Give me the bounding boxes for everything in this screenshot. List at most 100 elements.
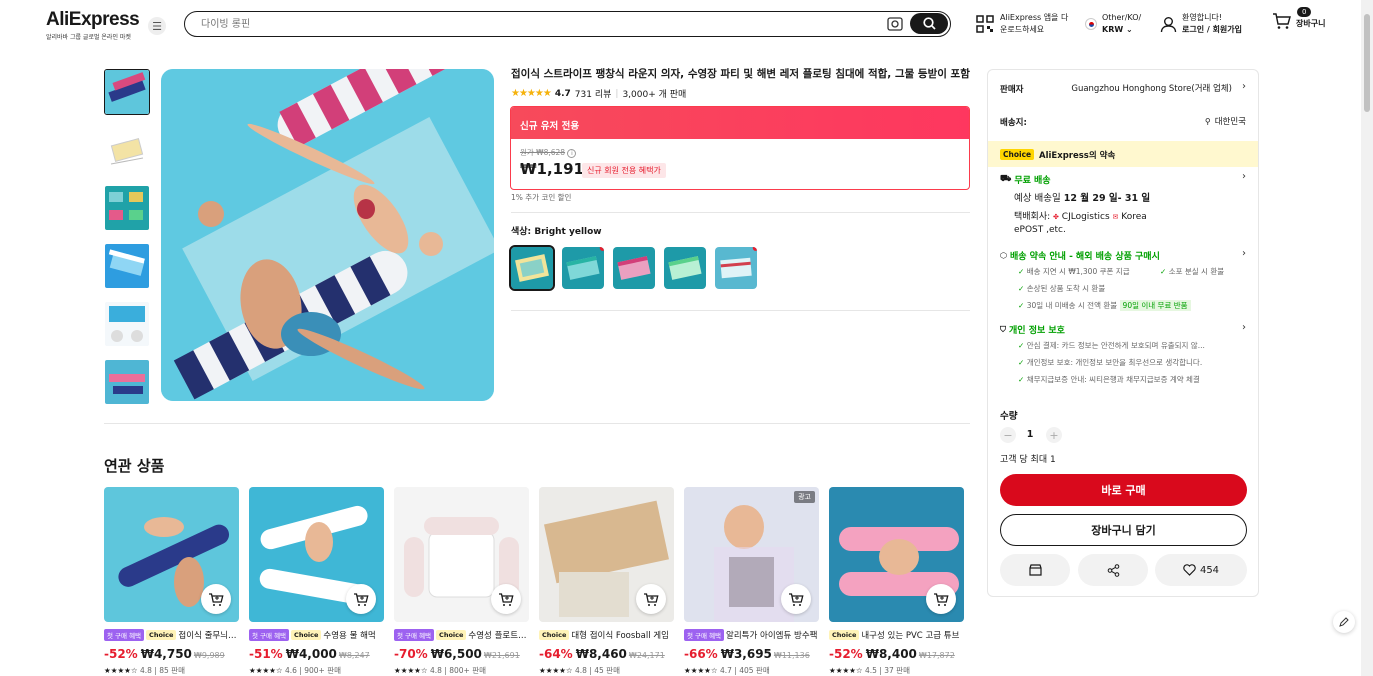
heart-icon — [1183, 564, 1196, 576]
thumbnail-list — [104, 69, 150, 417]
thumbnail-6[interactable] — [104, 359, 150, 405]
product-thumbnail[interactable] — [829, 487, 964, 622]
old-price: ₩17,872 — [918, 651, 955, 660]
feedback-button[interactable] — [1333, 611, 1355, 633]
old-price: ₩21,691 — [483, 651, 520, 660]
related-product-card[interactable]: 첫 구매 혜택 Choice 수영용 물 해먹 -51% ₩4,000 ₩8,247 ★★★… — [249, 487, 384, 676]
add-to-cart-fab[interactable] — [346, 584, 376, 614]
product-title[interactable]: 첫 구매 혜택 알리특가 아이엠듀 방수팩 — [684, 629, 819, 641]
coin-discount: 1% 추가 코인 할인 — [511, 193, 572, 202]
currency-label: KRW ⌄ — [1102, 25, 1133, 34]
product-title[interactable]: 첫 구매 혜택 Choice 수영용 물 해먹 — [249, 629, 384, 641]
first-purchase-tag: 첫 구매 혜택 — [249, 629, 290, 641]
swatch-bright-yellow[interactable] — [509, 245, 555, 291]
app-download-line2: 운로드하세요 — [1000, 25, 1045, 34]
product-title[interactable]: Choice 내구성 있는 PVC 고급 튜브 — [829, 629, 964, 641]
page-scrollbar[interactable] — [1361, 0, 1373, 676]
add-to-cart-fab[interactable] — [781, 584, 811, 614]
product-name: 대형 접이식 Foosball 게임 — [571, 631, 669, 641]
main-product-image[interactable] — [161, 69, 494, 401]
product-title[interactable]: 첫 구매 혜택Choice수영성 플로트 의자 — [394, 629, 529, 641]
hot-icon — [599, 247, 604, 251]
cart-link[interactable]: 0 장바구니 — [1272, 7, 1326, 30]
store-button[interactable] — [1000, 554, 1070, 586]
search-button[interactable] — [910, 13, 948, 34]
thumbnail-4[interactable] — [104, 243, 150, 289]
free-shipping-section[interactable]: ⛟ 무료 배송 — [1000, 173, 1051, 186]
product-thumbnail[interactable] — [394, 487, 529, 622]
image-search-icon[interactable] — [887, 17, 903, 31]
scrollbar-thumb[interactable] — [1364, 14, 1370, 112]
free-return-badge: 90일 이내 무료 반품 — [1119, 300, 1191, 311]
review-count[interactable]: 731 리뷰 — [575, 87, 612, 100]
choice-title: AliExpress의 약속 — [1039, 151, 1116, 161]
chevron-right-icon[interactable]: › — [1242, 248, 1246, 259]
section-divider — [104, 423, 970, 424]
product-title[interactable]: 첫 구매 혜택Choice접이식 줄무늬 수영장 — [104, 629, 239, 641]
add-to-cart-button[interactable]: 장바구니 담기 — [1000, 514, 1247, 546]
swatch-pink-stripe[interactable] — [613, 247, 655, 289]
share-icon — [1107, 563, 1119, 577]
quantity-decrease-button[interactable]: − — [1000, 427, 1016, 443]
seller-name[interactable]: Guangzhou Honghong Store(거래 업체) — [1071, 82, 1232, 94]
related-product-card[interactable]: Choice 내구성 있는 PVC 고급 튜브 -52% ₩8,400 ₩17,872 ★… — [829, 487, 964, 676]
app-download-link[interactable]: AliExpress 앱을 다운로드하세요 — [976, 12, 1068, 36]
product-thumbnail[interactable] — [249, 487, 384, 622]
swatch-light-green[interactable] — [664, 247, 706, 289]
aliexpress-logo[interactable]: AliExpress 알리바바 그룹 글로벌 온라인 마켓 — [46, 9, 140, 41]
product-meta: ★★★★☆ 4.7 | 405 판매 — [684, 666, 770, 675]
add-to-cart-fab[interactable] — [926, 584, 956, 614]
swatch-green-stripe[interactable] — [562, 247, 604, 289]
product-price: -52% ₩8,400 ₩17,872 — [829, 647, 964, 661]
app-download-line1: AliExpress 앱을 다 — [1000, 13, 1069, 22]
chevron-right-icon[interactable]: › — [1242, 171, 1246, 182]
rating-row[interactable]: ★★★★★ 4.7 731 리뷰 | 3,000+ 개 판매 — [511, 87, 686, 100]
chevron-right-icon[interactable]: › — [1242, 81, 1246, 92]
buy-now-button[interactable]: 바로 구매 — [1000, 474, 1247, 506]
store-icon — [1028, 564, 1042, 576]
info-icon[interactable]: i — [567, 149, 577, 158]
location-pin-icon: ⚲ — [1204, 116, 1211, 126]
chevron-right-icon[interactable]: › — [1242, 322, 1246, 333]
product-price: -66% ₩3,695 ₩11,136 — [684, 647, 819, 661]
login-signup-link[interactable]: 로그인 / 회원가입 — [1182, 24, 1242, 36]
discount: -52% — [829, 647, 863, 661]
choice-tag: Choice — [291, 630, 322, 640]
privacy-section[interactable]: ⛉ 개인 정보 보호 — [1000, 323, 1065, 337]
ship-to-selector[interactable]: ⚲ 대한민국 — [1204, 115, 1246, 128]
quantity-increase-button[interactable]: + — [1046, 427, 1062, 443]
related-product-card[interactable]: 첫 구매 혜택Choice접이식 줄무늬 수영장 -52%₩4,750₩9,989… — [104, 487, 239, 676]
wishlist-button[interactable]: 454 — [1155, 554, 1247, 586]
thumbnail-5[interactable] — [104, 301, 150, 347]
category-menu-button[interactable]: ☰ — [148, 17, 166, 35]
thumbnail-3[interactable] — [104, 185, 150, 231]
add-to-cart-fab[interactable] — [491, 584, 521, 614]
product-thumbnail[interactable]: 광고 — [684, 487, 819, 622]
cart-label: 장바구니 — [1296, 19, 1326, 28]
account-menu[interactable]: 환영합니다! 로그인 / 회원가입 — [1160, 12, 1242, 36]
swatch-red-stripe[interactable] — [715, 247, 757, 289]
related-heading: 연관 상품 — [104, 457, 165, 475]
thumbnail-2[interactable] — [104, 127, 150, 173]
choice-badge: Choice — [1000, 149, 1035, 160]
add-to-cart-fab[interactable] — [201, 584, 231, 614]
add-to-cart-fab[interactable] — [636, 584, 666, 614]
search-bar — [184, 11, 951, 37]
related-product-card[interactable]: 첫 구매 혜택Choice수영성 플로트 의자 -70%₩6,500₩21,691… — [394, 487, 529, 676]
product-title[interactable]: Choice 대형 접이식 Foosball 게임 — [539, 629, 674, 641]
share-button[interactable] — [1078, 554, 1148, 586]
quantity-value[interactable]: 1 — [1025, 429, 1035, 440]
promo-header: 신규 유저 전용 — [511, 107, 969, 139]
product-thumbnail[interactable] — [539, 487, 674, 622]
thumbnail-1[interactable] — [104, 69, 150, 115]
sale-price: ₩4,750 — [140, 647, 192, 661]
related-product-card[interactable]: Choice 대형 접이식 Foosball 게임 -64% ₩8,460 ₩24,17… — [539, 487, 674, 676]
related-product-card[interactable]: 광고첫 구매 혜택 알리특가 아이엠듀 방수팩 -66% ₩3,695 ₩11,136 ★… — [684, 487, 819, 676]
delivery-promise-section[interactable]: ⬡ 배송 약속 안내 - 해외 배송 상품 구매시 — [1000, 249, 1160, 262]
ship-to-country: 대한민국 — [1214, 117, 1246, 127]
search-input[interactable] — [201, 16, 861, 32]
product-thumbnail[interactable] — [104, 487, 239, 622]
region-selector[interactable]: Other/KO/KRW ⌄ — [1085, 12, 1141, 36]
logo-text: AliExpress — [46, 9, 140, 30]
purchase-panel: 판매자 Guangzhou Honghong Store(거래 업체) › 배송… — [987, 69, 1259, 597]
